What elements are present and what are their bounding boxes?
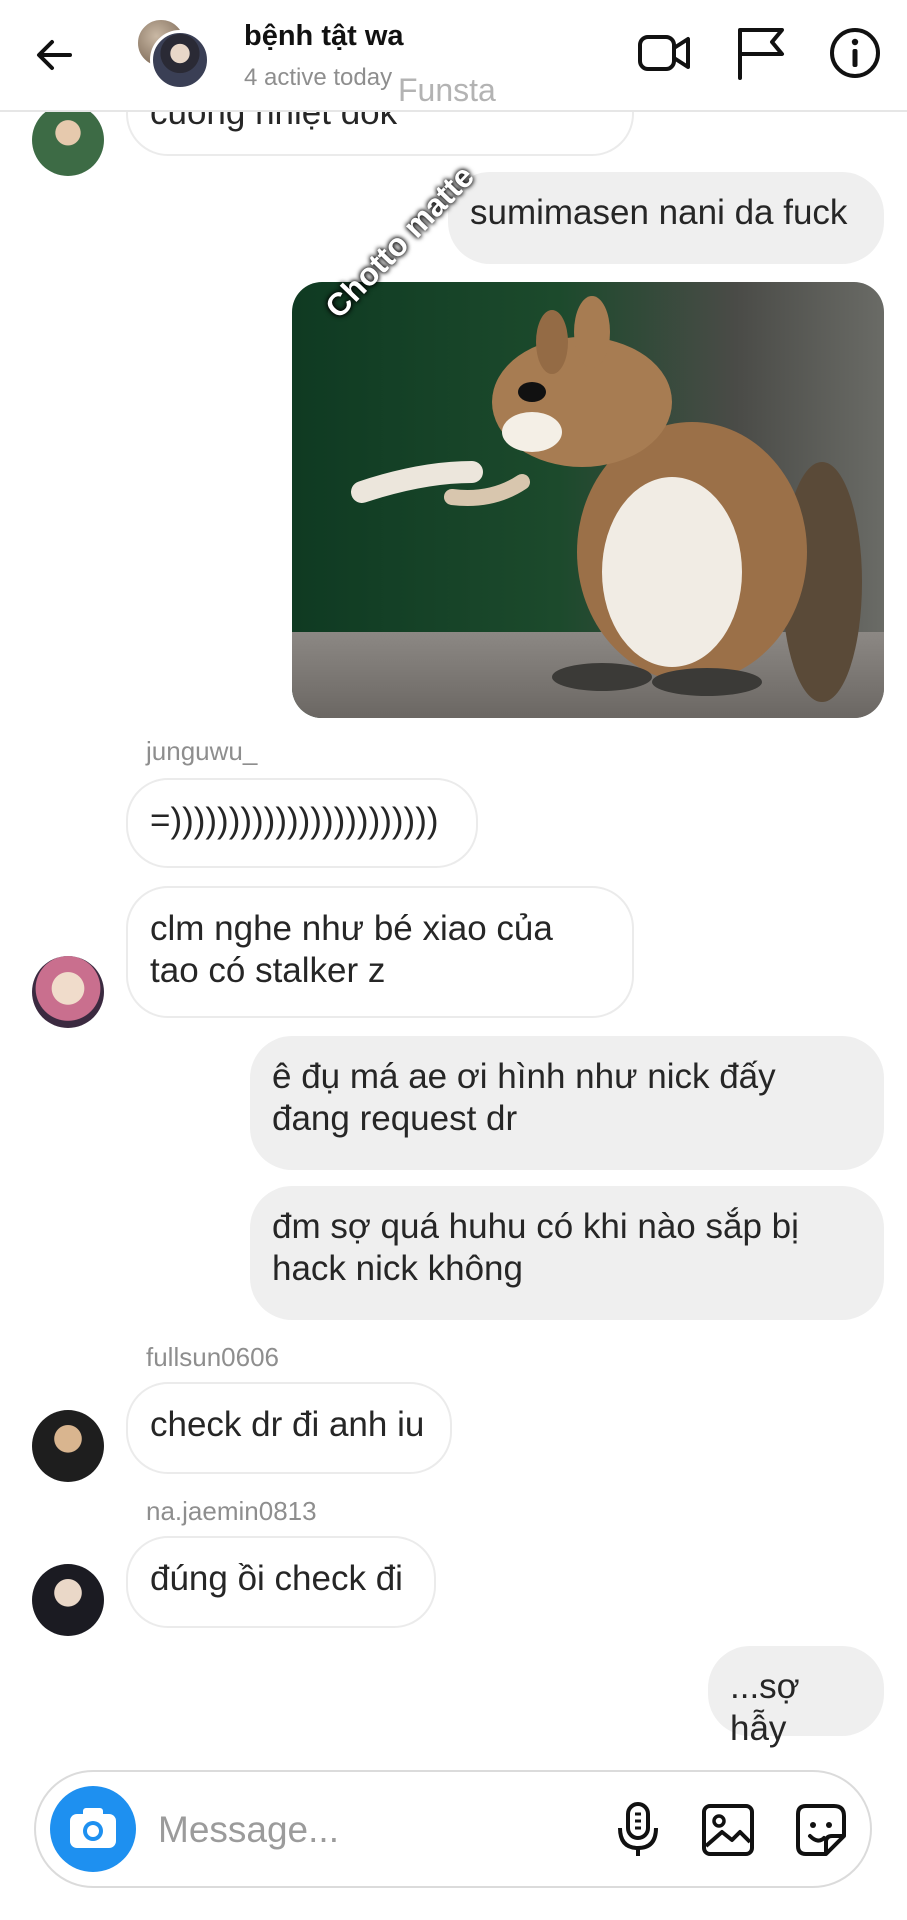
camera-icon	[70, 1808, 116, 1848]
message-bubble[interactable]: =)))))))))))))))))))))))	[126, 778, 478, 868]
message-bubble[interactable]: clm nghe như bé xiao của tao có stalker …	[126, 886, 634, 1018]
message-bubble[interactable]: đúng ồi check đi	[126, 1536, 436, 1628]
sender-name[interactable]: fullsun0606	[146, 1342, 279, 1373]
camera-button[interactable]	[50, 1786, 136, 1872]
active-status: 4 active today	[244, 64, 393, 91]
avatar[interactable]	[32, 104, 104, 176]
avatar[interactable]	[32, 1410, 104, 1482]
message-composer	[34, 1770, 872, 1888]
info-icon[interactable]	[826, 24, 884, 82]
sticker-icon[interactable]	[788, 1798, 852, 1862]
sender-name[interactable]: na.jaemin0813	[146, 1496, 317, 1527]
avatar	[150, 30, 210, 90]
message-bubble[interactable]: ...sợ hẫy	[708, 1646, 884, 1748]
arrow-left-icon[interactable]	[30, 30, 80, 80]
message-bubble[interactable]: check dr đi anh iu	[126, 1382, 452, 1474]
watermark: Funsta	[398, 72, 496, 108]
microphone-icon[interactable]	[606, 1798, 670, 1862]
message-bubble[interactable]: ê đụ má ae ơi hình như nick đấy đang req…	[250, 1036, 884, 1170]
sender-name[interactable]: junguwu_	[146, 736, 257, 767]
squirrel-image	[292, 282, 884, 718]
message-bubble[interactable]: đm sợ quá huhu có khi nào sắp bị hack ni…	[250, 1186, 884, 1320]
flag-icon[interactable]	[732, 24, 790, 82]
group-avatar[interactable]	[136, 18, 216, 94]
shared-image[interactable]	[292, 282, 884, 718]
message-input[interactable]	[158, 1800, 578, 1860]
message-bubble[interactable]: sumimasen nani da fuck	[448, 172, 884, 264]
chat-title[interactable]: bệnh tật wa	[244, 20, 404, 53]
gallery-icon[interactable]	[696, 1798, 760, 1862]
avatar[interactable]	[32, 1564, 104, 1636]
avatar[interactable]	[32, 956, 104, 1028]
video-call-icon[interactable]	[636, 24, 694, 82]
